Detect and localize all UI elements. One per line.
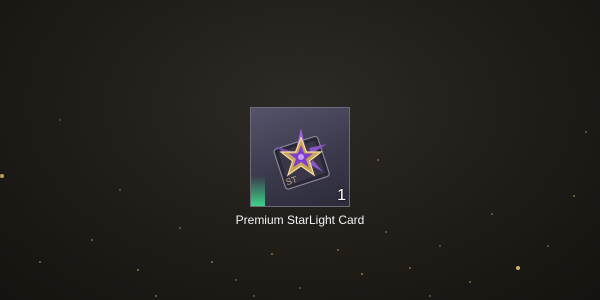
item-quantity: 1 [337,187,346,204]
starlight-card-icon: ST [273,128,330,190]
reward-item-slot[interactable]: ST 1 [250,107,350,207]
item-name-label: Premium StarLight Card [235,213,365,227]
